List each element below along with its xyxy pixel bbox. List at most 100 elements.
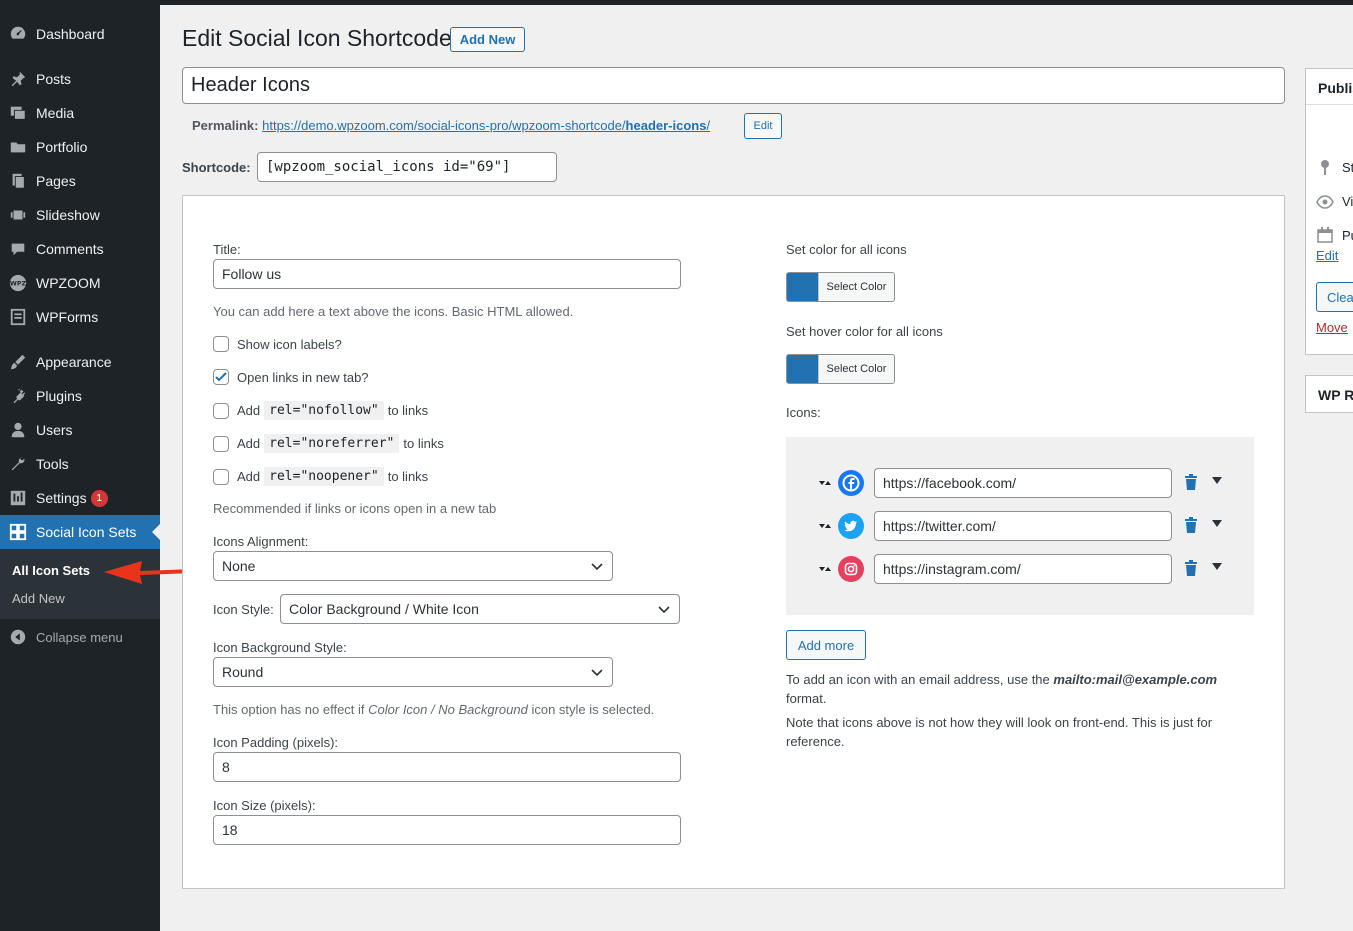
shortcode-field[interactable]: [wpzoom_social_icons id="69"] — [257, 152, 557, 182]
edit-date-link[interactable]: Edit — [1316, 248, 1338, 263]
alignment-select[interactable]: None — [213, 551, 613, 581]
sidebar-item-label: WPZOOM — [36, 275, 101, 291]
media-icon — [8, 103, 28, 123]
sidebar-item-appearance[interactable]: Appearance — [0, 345, 160, 379]
to-links-text: to links — [387, 403, 429, 418]
show-labels-checkbox[interactable] — [213, 336, 229, 352]
caret-down-icon[interactable] — [1212, 563, 1222, 571]
twitter-url-input[interactable]: https://twitter.com/ — [874, 511, 1172, 541]
nofollow-checkbox[interactable] — [213, 402, 229, 419]
folder-icon — [8, 137, 28, 157]
admin-bar — [0, 0, 1353, 5]
wrench-icon — [8, 454, 28, 474]
facebook-url-input[interactable]: https://facebook.com/ — [874, 468, 1172, 498]
checkmark-icon — [215, 372, 227, 382]
recommended-note: Recommended if links or icons open in a … — [213, 501, 497, 516]
sidebar-item-social-icon-sets[interactable]: Social Icon Sets — [0, 515, 160, 549]
add-new-button[interactable]: Add New — [450, 27, 525, 52]
sidebar-item-wpzoom[interactable]: WPZ WPZOOM — [0, 266, 160, 300]
bg-note-post: icon style is selected. — [527, 702, 655, 717]
noreferrer-option: Add rel="noreferrer" to links — [213, 434, 444, 453]
calendar-icon — [1317, 227, 1333, 243]
bg-style-label: Icon Background Style: — [213, 640, 347, 655]
title-field[interactable]: Follow us — [213, 259, 681, 289]
sidebar-item-dashboard[interactable]: Dashboard — [0, 17, 160, 51]
sidebar-item-users[interactable]: Users — [0, 413, 160, 447]
bg-style-select[interactable]: Round — [213, 657, 613, 687]
open-new-tab-checkbox[interactable] — [213, 369, 229, 385]
caret-down-icon[interactable] — [1212, 520, 1222, 528]
icon-style-label: Icon Style: — [213, 602, 274, 617]
sidebar-item-wpforms[interactable]: WPForms — [0, 300, 160, 334]
sidebar-item-tools[interactable]: Tools — [0, 447, 160, 481]
sort-handle-icon[interactable] — [818, 476, 832, 490]
trash-icon[interactable] — [1184, 474, 1198, 490]
clear-button[interactable]: Clea — [1316, 282, 1353, 312]
instagram-url-input[interactable]: https://instagram.com/ — [874, 554, 1172, 584]
edit-permalink-button[interactable]: Edit — [744, 113, 782, 139]
trash-icon[interactable] — [1184, 560, 1198, 576]
icon-style-select[interactable]: Color Background / White Icon — [280, 594, 680, 624]
open-new-tab-label: Open links in new tab? — [237, 369, 369, 385]
pages-icon — [8, 171, 28, 191]
move-to-trash-link[interactable]: Move — [1316, 320, 1348, 335]
sidebar-item-label: Tools — [36, 456, 69, 472]
noreferrer-checkbox[interactable] — [213, 435, 229, 452]
sort-handle-icon[interactable] — [818, 519, 832, 533]
caret-down-icon[interactable] — [1212, 477, 1222, 485]
submenu-add-new[interactable]: Add New — [12, 591, 65, 606]
sidebar-item-label: Slideshow — [36, 207, 100, 223]
permalink-slug: header-icons — [625, 118, 707, 133]
to-links-text: to links — [387, 469, 429, 484]
bg-note-pre: This option has no effect if — [213, 702, 369, 717]
collapse-arrow-icon — [8, 627, 28, 647]
visibility-label: Vi — [1342, 194, 1353, 209]
permalink-label: Permalink: — [192, 118, 259, 133]
noopener-checkbox[interactable] — [213, 468, 229, 485]
sidebar-item-plugins[interactable]: Plugins — [0, 379, 160, 413]
padding-field[interactable]: 8 — [213, 752, 681, 782]
sidebar-item-portfolio[interactable]: Portfolio — [0, 130, 160, 164]
sort-handle-icon[interactable] — [818, 562, 832, 576]
size-field[interactable]: 18 — [213, 815, 681, 845]
facebook-icon[interactable] — [838, 470, 864, 496]
sidebar-item-pages[interactable]: Pages — [0, 164, 160, 198]
hover-color-picker-button[interactable]: Select Color — [786, 354, 895, 384]
open-new-tab-option: Open links in new tab? — [213, 369, 369, 385]
collapse-menu-button[interactable]: Collapse menu — [0, 624, 160, 650]
post-title-input[interactable]: Header Icons — [182, 67, 1285, 104]
bg-style-value: Round — [222, 664, 264, 680]
brush-icon — [8, 352, 28, 372]
alignment-value: None — [222, 558, 256, 574]
instagram-icon[interactable] — [838, 556, 864, 582]
sidebar-item-slideshow[interactable]: Slideshow — [0, 198, 160, 232]
email-note-pre: To add an icon with an email address, us… — [786, 672, 1054, 687]
permalink-link[interactable]: https://demo.wpzoom.com/social-icons-pro… — [262, 118, 710, 133]
sidebar-item-label: Social Icon Sets — [36, 524, 137, 540]
hover-color-label: Set hover color for all icons — [786, 324, 943, 339]
publish-box: Publis St Vi Pu Edit Clea Move — [1305, 68, 1353, 355]
rel-noreferrer-code: rel="noreferrer" — [264, 434, 400, 453]
select-color-label: Select Color — [818, 273, 894, 301]
plug-icon — [8, 386, 28, 406]
add-more-button[interactable]: Add more — [786, 630, 866, 660]
show-labels-option: Show icon labels? — [213, 336, 342, 352]
add-word: Add — [237, 469, 261, 484]
submenu-all-icon-sets[interactable]: All Icon Sets — [12, 563, 90, 578]
twitter-icon[interactable] — [838, 513, 864, 539]
sidebar-item-posts[interactable]: Posts — [0, 62, 160, 96]
slides-icon — [8, 205, 28, 225]
all-color-picker-button[interactable]: Select Color — [786, 272, 895, 302]
collapse-menu-label: Collapse menu — [36, 629, 123, 645]
to-links-text: to links — [403, 436, 444, 451]
sidebar-item-settings[interactable]: Settings 1 — [0, 481, 160, 515]
all-color-label: Set color for all icons — [786, 242, 907, 257]
sidebar-item-comments[interactable]: Comments — [0, 232, 160, 266]
show-labels-label: Show icon labels? — [237, 336, 342, 352]
title-label: Title: — [213, 242, 241, 257]
alignment-label: Icons Alignment: — [213, 534, 309, 549]
trash-icon[interactable] — [1184, 517, 1198, 533]
permalink-trail: / — [706, 118, 711, 133]
sidebar-item-media[interactable]: Media — [0, 96, 160, 130]
publish-box-title: Publis — [1318, 80, 1353, 96]
